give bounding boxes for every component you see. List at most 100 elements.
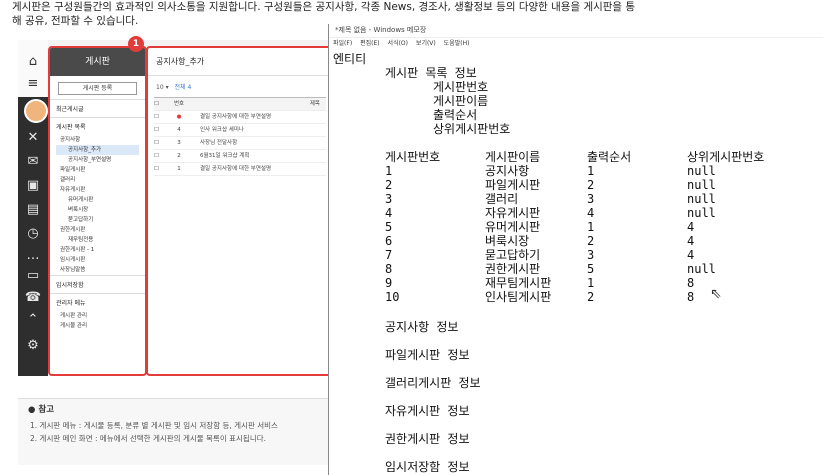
table-cell: 2 <box>587 234 595 248</box>
checkbox[interactable]: ☐ <box>154 111 168 123</box>
recent-posts-link[interactable]: 최근게시글 <box>50 99 145 117</box>
briefcase-icon[interactable]: ▣ <box>23 176 43 196</box>
notepad-menubar: 파일(F) 편집(E) 서식(O) 보기(V) 도움말(H) <box>329 38 823 50</box>
checkbox[interactable]: ☐ <box>154 98 168 110</box>
tree-item[interactable]: 묻고답하기 <box>56 215 139 225</box>
temp-storage-link[interactable]: 임시저장함 <box>50 275 145 293</box>
table-cell: 4 <box>687 248 695 262</box>
step-badge: 1 <box>128 36 144 52</box>
table-cell: 7 <box>385 248 393 262</box>
tree-item[interactable]: 권한게시판 <box>56 225 139 235</box>
table-cell: 공지사항 <box>485 164 530 178</box>
chevron-down-icon[interactable]: ▾ <box>166 84 169 91</box>
chat-icon[interactable]: … <box>23 246 43 266</box>
table-cell: 재무팀게시판 <box>485 276 552 290</box>
menu-icon[interactable]: ≡ <box>23 74 43 94</box>
tree-item-selected[interactable]: 공지사항_추가 <box>56 145 139 155</box>
note-title: 참고 <box>38 405 55 415</box>
chevron-up-icon[interactable]: ⌃ <box>23 310 43 330</box>
table-cell: 벼룩시장 <box>485 234 530 248</box>
table-cell: 8 <box>687 276 695 290</box>
tree-item[interactable]: 임시게시판 <box>56 255 139 265</box>
section-heading: 임시저장함 정보 <box>385 460 470 474</box>
admin-item-post[interactable]: 게시물 관리 <box>56 321 139 331</box>
checkbox[interactable]: ☐ <box>154 124 168 136</box>
table-row[interactable]: ☐ 4 인사 워크샵 세미나 <box>154 124 326 137</box>
menu-help[interactable]: 도움말(H) <box>444 40 470 47</box>
table-cell: null <box>687 178 716 192</box>
admin-item-board[interactable]: 게시판 관리 <box>56 311 139 321</box>
avatar[interactable] <box>24 99 48 123</box>
row-title[interactable]: 인사 워크샵 세미나 <box>190 124 326 136</box>
table-cell: null <box>687 262 716 276</box>
clock-icon[interactable]: ◷ <box>23 224 43 244</box>
row-title[interactable]: 결일 공지사항에 대한 부연설명 <box>190 111 326 123</box>
entity-label: 엔티티 <box>333 52 367 66</box>
tree-item[interactable]: 파일게시판 <box>56 165 139 175</box>
menu-view[interactable]: 보기(V) <box>416 40 436 47</box>
admin-menu: 게시판 관리 게시물 관리 <box>50 311 145 331</box>
section-heading: 갤러리게시판 정보 <box>385 376 481 390</box>
row-num: 1 <box>177 166 181 172</box>
total-count: 전체 4 <box>174 84 192 91</box>
checkbox[interactable]: ☐ <box>154 137 168 149</box>
menu-edit[interactable]: 편집(E) <box>360 40 380 47</box>
table-cell: 1 <box>587 276 595 290</box>
clipboard-icon[interactable]: ▤ <box>23 200 43 220</box>
checkbox[interactable]: ☐ <box>154 163 168 175</box>
page-size-select[interactable]: 10 <box>156 84 164 91</box>
tree-item[interactable]: 공지사항 <box>56 135 139 145</box>
table-cell: 유머게시판 <box>485 220 541 234</box>
section-heading: 권한게시판 정보 <box>385 432 470 446</box>
table-row[interactable]: ☐ 3 사장님 전달사항 <box>154 137 326 150</box>
info-field: 게시판번호 <box>433 80 489 94</box>
admin-menu-section[interactable]: 관리자 메뉴 <box>50 293 145 311</box>
board-list-section[interactable]: 게시판 목록 <box>50 117 145 135</box>
section-heading: 자유게시판 정보 <box>385 404 470 418</box>
table-header-cell: 상위게시판번호 <box>687 150 765 164</box>
tree-item[interactable]: 자유게시판 <box>56 185 139 195</box>
notepad-window: *제목 없음 - Windows 메모장 파일(F) 편집(E) 서식(O) 보… <box>328 24 823 475</box>
table-cell: 2 <box>587 290 595 304</box>
table-cell: 2 <box>587 178 595 192</box>
post-table: ☐ 번호 제목 ☐ ● 결일 공지사항에 대한 부연설명 ☐ 4 인사 워크샵 … <box>154 97 326 176</box>
table-row[interactable]: ☐ ● 결일 공지사항에 대한 부연설명 <box>154 111 326 124</box>
tree-item[interactable]: 벼룩시장 <box>56 205 139 215</box>
menu-file[interactable]: 파일(F) <box>333 40 352 47</box>
register-board-button[interactable]: 게시판 등록 <box>58 82 137 95</box>
home-icon[interactable]: ⌂ <box>23 52 43 72</box>
tree-item[interactable]: 사장님말씀 <box>56 265 139 275</box>
row-title[interactable]: 사장님 전달사항 <box>190 137 326 149</box>
tree-item[interactable]: 갤러리 <box>56 175 139 185</box>
table-cell: 1 <box>587 164 595 178</box>
table-row[interactable]: ☐ 1 결일 공지사항에 대한 부연설명 <box>154 163 326 176</box>
row-title[interactable]: 6월31일 워크샵 계획 <box>190 150 326 162</box>
tree-item[interactable]: 권한게시판 - 1 <box>56 245 139 255</box>
reference-note: ● 참고 1. 게시판 메뉴 : 게시물 등록, 분류 별 게시판 및 임시 저… <box>18 398 328 465</box>
menu-format[interactable]: 서식(O) <box>388 40 408 47</box>
tree-item[interactable]: 재무팀전용 <box>56 235 139 245</box>
table-cell: 10 <box>385 290 400 304</box>
table-cell: 8 <box>687 290 695 304</box>
table-cell: 4 <box>587 206 595 220</box>
table-header-cell: 게시판번호 <box>385 150 441 164</box>
tree-item[interactable]: 공지사항_부연설명 <box>56 155 139 165</box>
table-cell: 1 <box>587 220 595 234</box>
phone-icon[interactable]: ☎ <box>23 288 43 308</box>
settings-icon[interactable]: ⚙ <box>23 336 43 356</box>
notepad-text-area[interactable]: 엔티티 게시판 목록 정보 게시판번호 게시판이름 출력순서 상위게시판번호 게… <box>329 50 823 475</box>
table-row[interactable]: ☐ 2 6월31일 워크샵 계획 <box>154 150 326 163</box>
table-cell: 2 <box>385 178 393 192</box>
note-heading: ● 참고 <box>18 399 328 419</box>
mail-icon[interactable]: ✉ <box>23 152 43 172</box>
checkbox[interactable]: ☐ <box>154 150 168 162</box>
car-icon[interactable]: ▭ <box>23 266 43 286</box>
tools-icon[interactable]: ✕ <box>23 128 43 148</box>
list-toolbar: 10 ▾ 전체 4 <box>148 76 332 97</box>
row-num: 2 <box>177 153 181 159</box>
table-header: ☐ 번호 제목 <box>154 97 326 111</box>
table-cell: 8 <box>385 262 393 276</box>
table-cell: 5 <box>587 262 595 276</box>
tree-item[interactable]: 유머게시판 <box>56 195 139 205</box>
row-title[interactable]: 결일 공지사항에 대한 부연설명 <box>190 163 326 175</box>
